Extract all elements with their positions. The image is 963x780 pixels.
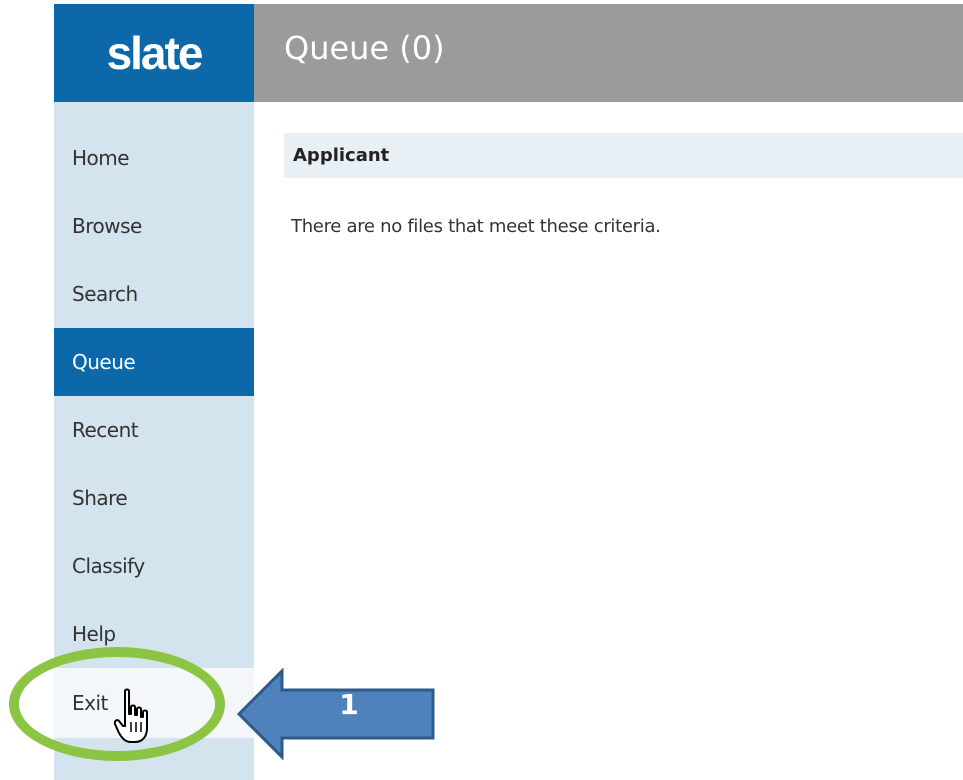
sidebar-item-queue[interactable]: Queue [54,328,254,396]
sidebar-item-label: Queue [72,350,136,374]
sidebar-item-browse[interactable]: Browse [54,192,254,260]
applicant-section-header: Applicant [284,133,963,178]
page-title: Queue (0) [284,29,445,67]
sidebar-item-label: Home [72,146,130,170]
empty-state-message: There are no files that meet these crite… [291,216,661,237]
page-header: Queue (0) [254,4,963,102]
hand-pointer-icon [113,688,148,743]
sidebar-item-label: Classify [72,554,145,578]
logo-text: slate [106,27,204,79]
sidebar-item-label: Share [72,486,128,510]
sidebar-item-home[interactable]: Home [54,124,254,192]
sidebar-item-classify[interactable]: Classify [54,532,254,600]
sidebar-item-label: Search [72,282,138,306]
sidebar-item-recent[interactable]: Recent [54,396,254,464]
sidebar-item-label: Recent [72,418,139,442]
sidebar-item-search[interactable]: Search [54,260,254,328]
section-title: Applicant [293,145,390,166]
sidebar-item-label: Browse [72,214,142,238]
sidebar-item-label: Help [72,622,116,646]
sidebar-item-share[interactable]: Share [54,464,254,532]
logo[interactable]: slate [54,4,254,102]
step-number: 1 [339,688,359,721]
